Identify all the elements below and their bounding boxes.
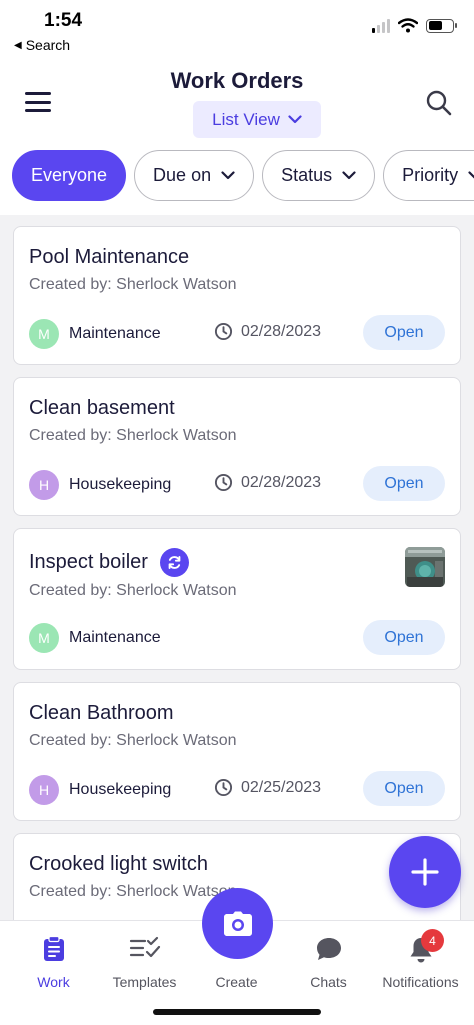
work-order-title: Crooked light switch xyxy=(29,853,208,875)
tab-work[interactable]: Work xyxy=(6,921,101,1001)
status-badge[interactable]: Open xyxy=(363,315,445,350)
category: M Maintenance xyxy=(29,319,161,349)
search-icon xyxy=(426,90,452,116)
due-date: 02/25/2023 xyxy=(214,778,321,797)
category-label: Housekeeping xyxy=(69,476,172,493)
tab-chats[interactable]: Chats xyxy=(281,921,376,1001)
search-button[interactable] xyxy=(424,88,454,118)
category: M Maintenance xyxy=(29,623,161,653)
work-order-card[interactable]: Inspect boiler Created by: Sherlock Wats… xyxy=(13,528,461,670)
chevron-down-icon xyxy=(468,171,474,179)
tab-templates[interactable]: Templates xyxy=(97,921,192,1001)
category-avatar: H xyxy=(29,470,59,500)
hamburger-menu-button[interactable] xyxy=(25,92,51,112)
filter-label: Priority xyxy=(402,165,459,185)
created-by: Created by: Sherlock Watson xyxy=(29,427,237,444)
filter-everyone[interactable]: Everyone xyxy=(12,150,127,201)
created-by: Created by: Sherlock Watson xyxy=(29,732,237,749)
back-triangle-icon: ◀ xyxy=(14,39,22,51)
recurring-icon xyxy=(159,548,189,577)
filter-label: Everyone xyxy=(31,165,108,185)
work-order-title: Pool Maintenance xyxy=(29,246,190,268)
due-date-text: 02/25/2023 xyxy=(241,778,322,796)
category-avatar: M xyxy=(29,623,59,653)
due-date-text: 02/28/2023 xyxy=(241,473,322,491)
tab-label: Create xyxy=(215,974,258,990)
created-by: Created by: Sherlock Watson xyxy=(29,582,237,599)
clipboard-icon xyxy=(43,936,64,961)
filter-due-on[interactable]: Due on xyxy=(134,150,255,201)
system-icons xyxy=(372,18,457,33)
battery-icon xyxy=(426,18,457,33)
status-badge[interactable]: Open xyxy=(363,620,445,655)
status-badge[interactable]: Open xyxy=(363,466,445,501)
cellular-signal-icon xyxy=(372,18,390,33)
tab-label: Templates xyxy=(112,974,177,990)
page-title: Work Orders xyxy=(170,68,304,93)
top-area: 1:54 ◀ Search Work Orders List View Ever… xyxy=(0,0,474,215)
clock-icon xyxy=(214,322,233,341)
filter-priority[interactable]: Priority xyxy=(383,150,474,201)
filter-label: Status xyxy=(281,165,333,185)
wifi-icon xyxy=(398,18,418,33)
work-order-card[interactable]: Pool Maintenance Created by: Sherlock Wa… xyxy=(13,226,461,365)
created-by: Created by: Sherlock Watson xyxy=(29,276,237,293)
plus-icon xyxy=(411,858,439,886)
due-date: 02/28/2023 xyxy=(214,322,321,341)
back-to-search-link[interactable]: ◀ Search xyxy=(14,37,70,53)
chevron-down-icon xyxy=(342,171,356,180)
filter-chips: Everyone Due on Status Priority xyxy=(12,150,474,201)
category-avatar: H xyxy=(29,775,59,805)
checklist-icon xyxy=(129,936,160,958)
work-order-title: Clean basement xyxy=(29,397,175,419)
clock-icon xyxy=(214,778,233,797)
tab-label: Work xyxy=(37,974,70,990)
view-toggle-label: List View xyxy=(212,109,280,129)
category: H Housekeeping xyxy=(29,775,171,805)
chevron-down-icon xyxy=(221,171,235,180)
work-order-title: Inspect boiler xyxy=(29,548,189,577)
created-by: Created by: Sherlock Watson xyxy=(29,883,237,900)
due-date: 02/28/2023 xyxy=(214,473,321,492)
camera-icon xyxy=(223,911,252,936)
due-date-text: 02/28/2023 xyxy=(241,322,322,340)
category-label: Housekeeping xyxy=(69,781,172,798)
list-view-dropdown[interactable]: List View xyxy=(193,101,321,138)
chat-bubble-icon xyxy=(316,938,341,960)
work-order-card[interactable]: Clean Bathroom Created by: Sherlock Wats… xyxy=(13,682,461,821)
category-label: Maintenance xyxy=(69,325,161,342)
notification-count-badge: 4 xyxy=(421,929,444,952)
create-camera-button[interactable] xyxy=(202,888,273,959)
home-indicator xyxy=(153,1009,321,1015)
work-order-photo-thumbnail[interactable] xyxy=(405,547,445,587)
tab-label: Chats xyxy=(310,974,347,990)
status-time: 1:54 xyxy=(44,10,83,31)
category-label: Maintenance xyxy=(69,629,161,646)
clock-icon xyxy=(214,473,233,492)
category: H Housekeeping xyxy=(29,470,171,500)
category-avatar: M xyxy=(29,319,59,349)
work-order-title: Clean Bathroom xyxy=(29,702,174,724)
tab-notifications[interactable]: Notifications xyxy=(373,921,468,1001)
status-badge[interactable]: Open xyxy=(363,771,445,806)
filter-label: Due on xyxy=(153,165,212,185)
filter-status[interactable]: Status xyxy=(262,150,376,201)
work-order-card[interactable]: Clean basement Created by: Sherlock Wats… xyxy=(13,377,461,516)
tab-label: Notifications xyxy=(382,974,459,990)
chevron-down-icon xyxy=(288,115,302,124)
add-work-order-button[interactable] xyxy=(389,836,461,908)
back-label: Search xyxy=(25,37,71,53)
